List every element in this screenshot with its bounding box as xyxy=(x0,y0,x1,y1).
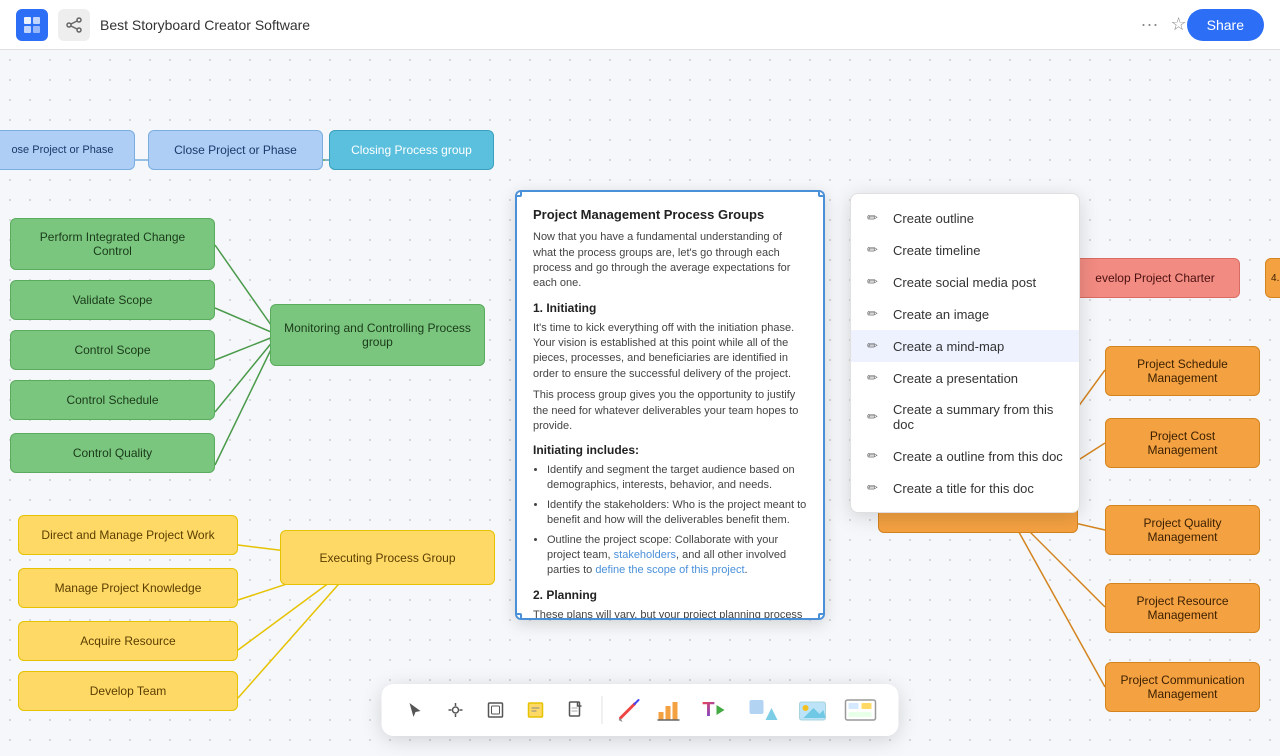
doc-section1-body: It's time to kick everything off with th… xyxy=(533,321,807,383)
pencil-icon-2: ✏ xyxy=(867,242,883,258)
doc-intro: Now that you have a fundamental understa… xyxy=(533,230,807,292)
tool-image[interactable] xyxy=(791,692,835,728)
tool-chart[interactable] xyxy=(651,692,687,728)
doc-bullet-1-1: Identify and segment the target audience… xyxy=(547,463,807,494)
share-icon xyxy=(58,9,90,41)
menu-label-3: Create social media post xyxy=(893,275,1036,290)
menu-create-social[interactable]: ✏ Create social media post xyxy=(851,266,1079,298)
pencil-icon-7: ✏ xyxy=(867,409,883,425)
handle-bl[interactable] xyxy=(515,613,522,620)
doc-title: Project Management Process Groups xyxy=(533,206,807,224)
share-button[interactable]: Share xyxy=(1187,9,1264,41)
node-proj-cost-mgmt[interactable]: Project Cost Management xyxy=(1105,418,1260,468)
doc-section1-title: 1. Initiating xyxy=(533,300,807,317)
pencil-icon-8: ✏ xyxy=(867,448,883,464)
tool-doc[interactable] xyxy=(558,692,594,728)
menu-create-title[interactable]: ✏ Create a title for this doc xyxy=(851,472,1079,504)
menu-label-1: Create outline xyxy=(893,211,974,226)
doc-includes1-title: Initiating includes: xyxy=(533,442,807,459)
handle-tr[interactable] xyxy=(818,190,825,197)
node-develop-team[interactable]: Develop Team xyxy=(18,671,238,711)
node-validate-scope[interactable]: Validate Scope xyxy=(10,280,215,320)
tool-pen[interactable] xyxy=(438,692,474,728)
menu-label-9: Create a title for this doc xyxy=(893,481,1034,496)
menu-create-presentation[interactable]: ✏ Create a presentation xyxy=(851,362,1079,394)
menu-label-6: Create a presentation xyxy=(893,371,1018,386)
node-control-schedule[interactable]: Control Schedule xyxy=(10,380,215,420)
bottom-toolbar: T xyxy=(382,684,899,736)
node-acquire-resource[interactable]: Acquire Resource xyxy=(18,621,238,661)
doc-bullet-1-3: Outline the project scope: Collaborate w… xyxy=(547,533,807,579)
node-control-scope[interactable]: Control Scope xyxy=(10,330,215,370)
node-proj-resource-mgmt[interactable]: Project Resource Management xyxy=(1105,583,1260,633)
tool-draw[interactable] xyxy=(611,692,647,728)
scope-link[interactable]: define the scope of this project xyxy=(595,564,744,576)
arrow-icon xyxy=(713,703,727,717)
doc-section2-title: 2. Planning xyxy=(533,587,807,604)
tool-sticky[interactable] xyxy=(518,692,554,728)
canvas: ose Project or Phase Close Project or Ph… xyxy=(0,50,1280,756)
tool-template[interactable] xyxy=(839,692,883,728)
menu-label-7: Create a summary from this doc xyxy=(893,402,1063,432)
doc-bullet-1-2: Identify the stakeholders: Who is the pr… xyxy=(547,498,807,529)
menu-create-mindmap[interactable]: ✏ Create a mind-map xyxy=(851,330,1079,362)
node-close-project[interactable]: Close Project or Phase xyxy=(148,130,323,170)
app-title: Best Storyboard Creator Software xyxy=(100,17,1141,33)
handle-tl[interactable] xyxy=(515,190,522,197)
menu-create-summary[interactable]: ✏ Create a summary from this doc xyxy=(851,394,1079,440)
doc-section1-bullets: Identify and segment the target audience… xyxy=(533,463,807,579)
node-closing-group[interactable]: Closing Process group xyxy=(329,130,494,170)
stakeholders-link[interactable]: stakeholders xyxy=(614,549,676,561)
menu-create-timeline[interactable]: ✏ Create timeline xyxy=(851,234,1079,266)
menu-create-outline-doc[interactable]: ✏ Create a outline from this doc xyxy=(851,440,1079,472)
pencil-icon-9: ✏ xyxy=(867,480,883,496)
node-proj-quality-mgmt[interactable]: Project Quality Management xyxy=(1105,505,1260,555)
menu-label-8: Create a outline from this doc xyxy=(893,449,1063,464)
pencil-icon-1: ✏ xyxy=(867,210,883,226)
menu-label-2: Create timeline xyxy=(893,243,980,258)
pencil-icon-5: ✏ xyxy=(867,338,883,354)
node-proj-comm-mgmt[interactable]: Project Communication Management xyxy=(1105,662,1260,712)
node-control-quality[interactable]: Control Quality xyxy=(10,433,215,473)
node-proj-schedule-mgmt[interactable]: Project Schedule Management xyxy=(1105,346,1260,396)
pencil-icon-6: ✏ xyxy=(867,370,883,386)
doc-section1-body2: This process group gives you the opportu… xyxy=(533,388,807,434)
pencil-icon-3: ✏ xyxy=(867,274,883,290)
node-develop-charter[interactable]: evelop Project Charter xyxy=(1070,258,1240,298)
app-icon xyxy=(16,9,48,41)
favorite-button[interactable]: ☆ xyxy=(1171,14,1187,35)
menu-label-4: Create an image xyxy=(893,307,989,322)
node-manage-knowledge[interactable]: Manage Project Knowledge xyxy=(18,568,238,608)
toolbar-sep-1 xyxy=(602,696,603,724)
menu-create-image[interactable]: ✏ Create an image xyxy=(851,298,1079,330)
tool-frame[interactable] xyxy=(478,692,514,728)
context-menu: ✏ Create outline ✏ Create timeline ✏ Cre… xyxy=(850,193,1080,513)
header: Best Storyboard Creator Software ··· ☆ S… xyxy=(0,0,1280,50)
node-executing-group[interactable]: Executing Process Group xyxy=(280,530,495,585)
doc-section2-body: These plans will vary, but your project … xyxy=(533,608,807,620)
menu-label-5: Create a mind-map xyxy=(893,339,1004,354)
node-perform-icc[interactable]: Perform Integrated Change Control xyxy=(10,218,215,270)
document-node[interactable]: Project Management Process Groups Now th… xyxy=(515,190,825,620)
menu-create-outline[interactable]: ✏ Create outline xyxy=(851,202,1079,234)
node-direct-manage[interactable]: Direct and Manage Project Work xyxy=(18,515,238,555)
more-button[interactable]: ··· xyxy=(1141,14,1159,35)
handle-br[interactable] xyxy=(818,613,825,620)
node-close-partial[interactable]: ose Project or Phase xyxy=(0,130,135,170)
node-4-1-partial[interactable]: 4.1 xyxy=(1265,258,1280,298)
tool-shape[interactable] xyxy=(743,692,787,728)
pencil-icon-4: ✏ xyxy=(867,306,883,322)
tool-text[interactable]: T xyxy=(691,692,739,728)
tool-select[interactable] xyxy=(398,692,434,728)
node-monitoring-group[interactable]: Monitoring and Controlling Process group xyxy=(270,304,485,366)
